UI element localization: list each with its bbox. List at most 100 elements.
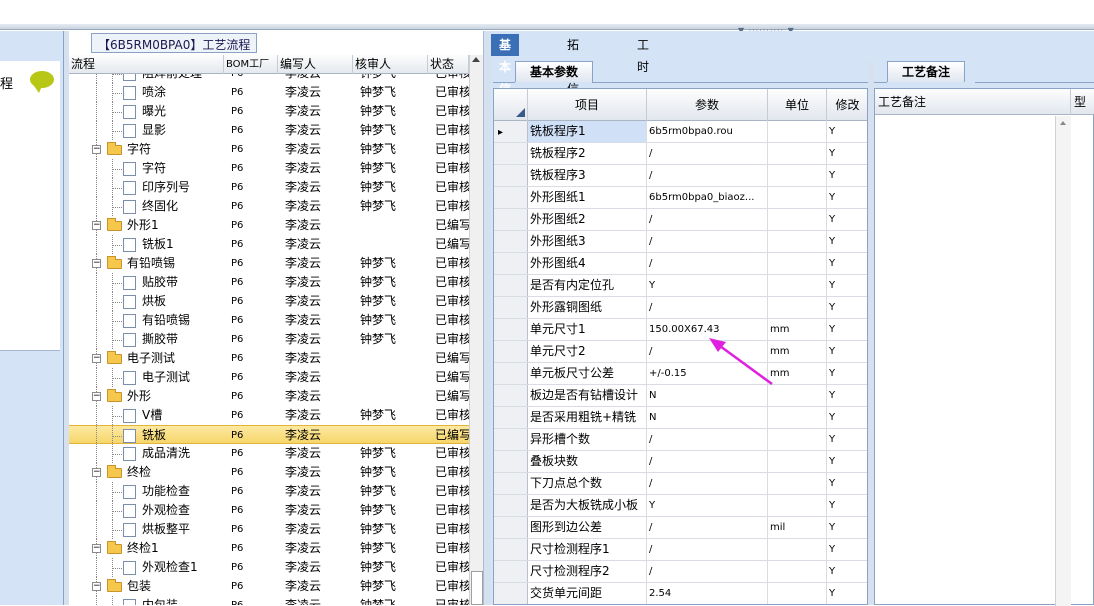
col-bom[interactable]: BOM工厂: [224, 55, 278, 74]
param-unit-cell[interactable]: [768, 539, 827, 560]
tree-node-label[interactable]: 外形1: [127, 216, 159, 235]
param-unit-cell[interactable]: [768, 253, 827, 274]
collapse-icon[interactable]: −: [92, 354, 101, 363]
param-row[interactable]: 板边是否有钻槽设计 N Y: [494, 385, 867, 407]
tree-node-label[interactable]: 外观检查1: [142, 558, 198, 577]
param-unit-cell[interactable]: [768, 165, 827, 186]
tree-row[interactable]: 外观检查1 P6 李凌云 钟梦飞 已审核: [69, 558, 469, 577]
row-header[interactable]: [494, 385, 528, 406]
param-row[interactable]: 下刀点总个数 / Y: [494, 473, 867, 495]
tree-node-label[interactable]: 字符: [142, 159, 166, 178]
tree-node-label[interactable]: 有铅喷锡: [142, 311, 190, 330]
notes-scrollbar[interactable]: [1055, 116, 1071, 606]
param-row[interactable]: 外形露铜图纸 / Y: [494, 297, 867, 319]
tab-basic-info[interactable]: 基本信息: [491, 34, 520, 118]
collapse-icon[interactable]: −: [92, 468, 101, 477]
col-unit[interactable]: 单位: [768, 89, 827, 121]
param-unit-cell[interactable]: [768, 275, 827, 296]
tree-node-label[interactable]: 撕胶带: [142, 330, 178, 349]
tree-row[interactable]: 字符 P6 李凌云 钟梦飞 已审核: [69, 159, 469, 178]
row-header[interactable]: [494, 319, 528, 340]
param-row[interactable]: 铣板程序2/ Y: [494, 143, 867, 165]
col-modify[interactable]: 修改: [827, 89, 867, 121]
row-header[interactable]: [494, 297, 528, 318]
tree-node-label[interactable]: 字符: [127, 140, 151, 159]
tree-row[interactable]: 外观检查 P6 李凌云 钟梦飞 已审核: [69, 501, 469, 520]
row-header[interactable]: [494, 341, 528, 362]
tree-row[interactable]: 喷涂 P6 李凌云 钟梦飞 已审核: [69, 83, 469, 102]
row-header[interactable]: [494, 209, 528, 230]
tree-row[interactable]: 印序列号 P6 李凌云 钟梦飞 已审核: [69, 178, 469, 197]
subtab-process-notes[interactable]: 工艺备注: [887, 61, 966, 82]
param-value-cell[interactable]: /: [647, 253, 768, 274]
tree-node-label[interactable]: 显影: [142, 121, 166, 140]
tree-row[interactable]: − 外形1 P6 李凌云 已编写: [69, 216, 469, 235]
param-unit-cell[interactable]: [768, 473, 827, 494]
param-value-cell[interactable]: Y: [647, 275, 768, 296]
param-unit-cell[interactable]: [768, 451, 827, 472]
param-unit-cell[interactable]: [768, 143, 827, 164]
col-model[interactable]: 型号: [1071, 89, 1094, 115]
param-modify-cell[interactable]: Y: [827, 429, 867, 450]
tree-node-label[interactable]: 外形: [127, 387, 151, 406]
param-value-cell[interactable]: /: [647, 165, 768, 186]
tree-row[interactable]: 铣板1 P6 李凌云 已编写: [69, 235, 469, 254]
collapse-icon[interactable]: −: [92, 392, 101, 401]
tree-row[interactable]: − 包装 P6 李凌云 钟梦飞 已审核: [69, 577, 469, 596]
param-unit-cell[interactable]: mm: [768, 319, 827, 340]
chat-bubble-icon[interactable]: [30, 71, 54, 93]
param-value-cell[interactable]: N: [647, 385, 768, 406]
tree-scrollbar[interactable]: [469, 55, 483, 605]
param-modify-cell[interactable]: Y: [827, 231, 867, 252]
tree-node-label[interactable]: 烘板整平: [142, 520, 190, 539]
tree-row[interactable]: 有铅喷锡 P6 李凌云 钟梦飞 已审核: [69, 311, 469, 330]
col-param[interactable]: 参数: [647, 89, 768, 121]
collapse-icon[interactable]: −: [92, 544, 101, 553]
tree-row[interactable]: V槽 P6 李凌云 钟梦飞 已审核: [69, 406, 469, 425]
tree-row[interactable]: 功能检查 P6 李凌云 钟梦飞 已审核: [69, 482, 469, 501]
param-row[interactable]: 单元尺寸1 150.00X67.43 mm Y: [494, 319, 867, 341]
grid-corner[interactable]: [494, 89, 528, 121]
param-value-cell[interactable]: /: [647, 209, 768, 230]
param-value-cell[interactable]: /: [647, 341, 768, 362]
param-modify-cell[interactable]: Y: [827, 539, 867, 560]
param-modify-cell[interactable]: Y: [827, 495, 867, 516]
tree-row[interactable]: − 字符 P6 李凌云 钟梦飞 已审核: [69, 140, 469, 159]
col-item[interactable]: 项目: [528, 89, 647, 121]
param-value-cell[interactable]: 6b5rm0bpa0_biaoz...: [647, 187, 768, 208]
tree-title[interactable]: 【6B5RM0BPA0】工艺流程: [91, 33, 258, 53]
tree-row[interactable]: − 终检 P6 李凌云 钟梦飞 已审核: [69, 463, 469, 482]
col-writer[interactable]: 编写人: [278, 55, 353, 74]
param-unit-cell[interactable]: mm: [768, 363, 827, 384]
tree-node-label[interactable]: 终检1: [127, 539, 159, 558]
param-modify-cell[interactable]: Y: [827, 407, 867, 428]
param-unit-cell[interactable]: mil: [768, 517, 827, 538]
tree-row[interactable]: 电子测试 P6 李凌云 已编写: [69, 368, 469, 387]
col-reviewer[interactable]: 核审人: [353, 55, 428, 74]
param-row[interactable]: 叠板块数 / Y: [494, 451, 867, 473]
param-value-cell[interactable]: /: [647, 451, 768, 472]
param-unit-cell[interactable]: [768, 297, 827, 318]
param-value-cell[interactable]: /: [647, 231, 768, 252]
col-flow[interactable]: 流程: [69, 55, 224, 74]
tree-node-label[interactable]: 功能检查: [142, 482, 190, 501]
param-unit-cell[interactable]: [768, 385, 827, 406]
param-row[interactable]: 单元尺寸2/mm Y: [494, 341, 867, 363]
middle-splitter[interactable]: [483, 31, 491, 605]
row-header[interactable]: [494, 561, 528, 582]
row-header[interactable]: [494, 495, 528, 516]
col-status[interactable]: 状态: [428, 55, 469, 74]
param-value-cell[interactable]: /: [647, 561, 768, 582]
param-value-cell[interactable]: /: [647, 473, 768, 494]
param-unit-cell[interactable]: [768, 209, 827, 230]
scroll-up-icon[interactable]: [1060, 121, 1066, 125]
param-unit-cell[interactable]: [768, 583, 827, 604]
param-row[interactable]: 图形到边公差 / mil Y: [494, 517, 867, 539]
param-modify-cell[interactable]: Y: [827, 297, 867, 318]
param-unit-cell[interactable]: [768, 495, 827, 516]
param-unit-cell[interactable]: [768, 407, 827, 428]
param-modify-cell[interactable]: Y: [827, 165, 867, 186]
tree-node-label[interactable]: 阻焊前处理: [142, 74, 202, 83]
row-header[interactable]: [494, 451, 528, 472]
row-header[interactable]: [494, 517, 528, 538]
